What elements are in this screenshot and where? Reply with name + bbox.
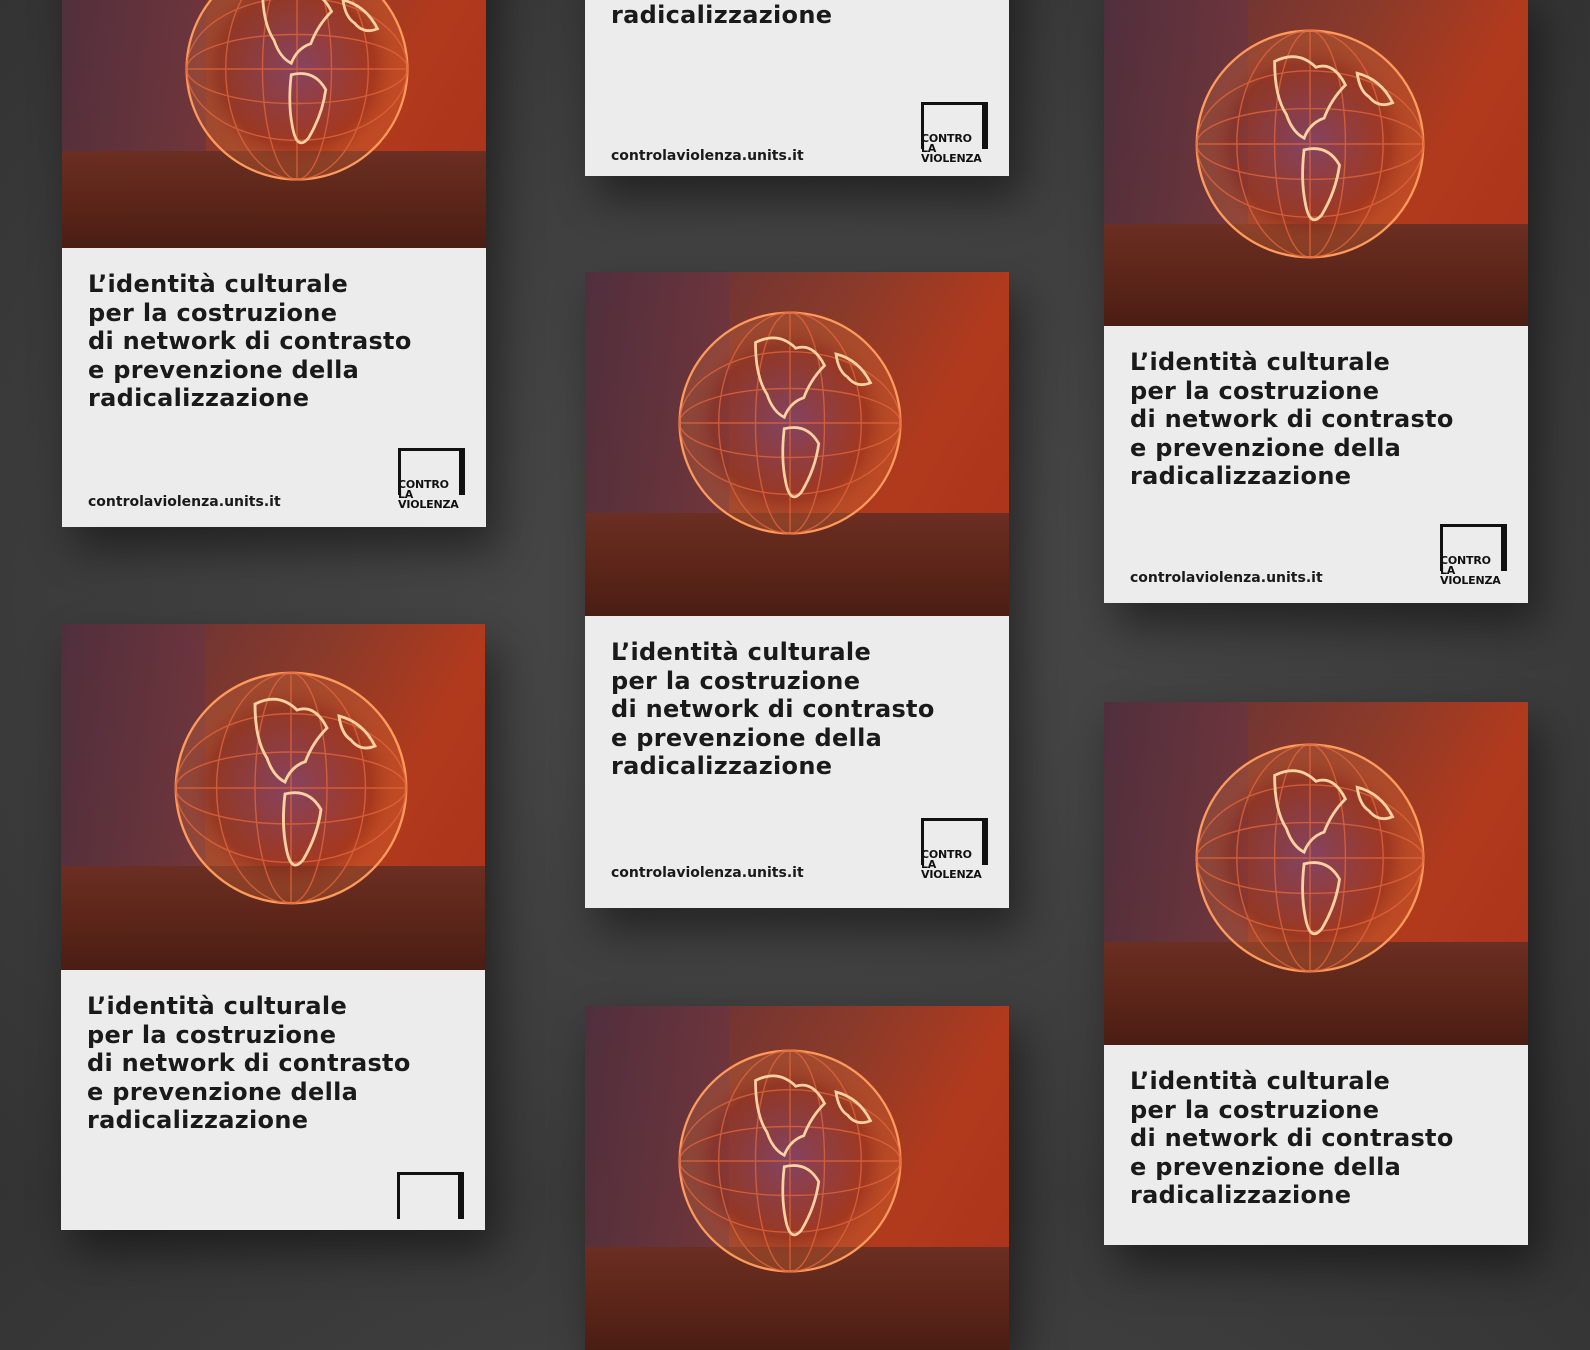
poster-photo: [1104, 0, 1528, 326]
poster-photo: [61, 624, 485, 970]
poster-url: controlaviolenza.units.it: [611, 865, 804, 881]
poster-photo: [585, 272, 1009, 616]
poster-card: L’identità culturale per la costruzione …: [62, 0, 486, 527]
poster-title: L’identità culturale per la costruzione …: [88, 270, 412, 412]
globe-artwork-icon: [1195, 743, 1425, 973]
poster-card: L’identità culturale per la costruzione …: [1104, 0, 1528, 603]
poster-card: L’identità culturale per la costruzione …: [1104, 702, 1528, 1245]
poster-card: L’identità culturale per la costruzione …: [585, 0, 1009, 176]
logo-icon: CONTRO LA VIOLENZA: [1440, 524, 1507, 588]
logo-icon: CONTRO LA VIOLENZA: [921, 102, 988, 166]
poster-card: [585, 1006, 1009, 1350]
poster-title: L’identità culturale per la costruzione …: [1130, 348, 1454, 490]
globe-artwork-icon: [174, 671, 408, 905]
poster-title: L’identità culturale per la costruzione …: [1130, 1067, 1454, 1209]
poster-title: L’identità culturale per la costruzione …: [87, 992, 411, 1134]
poster-url: controlaviolenza.units.it: [1130, 570, 1323, 586]
logo-icon: CONTRO LA VIOLENZA: [921, 818, 988, 882]
globe-artwork-icon: [1195, 29, 1425, 259]
poster-photo: [62, 0, 486, 248]
globe-artwork-icon: [678, 311, 902, 535]
globe-artwork-icon: [678, 1049, 902, 1273]
poster-url: controlaviolenza.units.it: [611, 148, 804, 164]
poster-title: L’identità culturale per la costruzione …: [611, 0, 882, 29]
poster-title: L’identità culturale per la costruzione …: [611, 638, 935, 780]
poster-photo: [585, 1006, 1009, 1350]
logo-icon: CONTRO LA VIOLENZA: [398, 448, 465, 512]
poster-photo: [1104, 702, 1528, 1045]
globe-artwork-icon: [185, 0, 409, 181]
poster-card: L’identità culturale per la costruzione …: [585, 272, 1009, 908]
poster-card: L’identità culturale per la costruzione …: [61, 624, 485, 1230]
poster-url: controlaviolenza.units.it: [88, 494, 281, 510]
logo-icon: [397, 1172, 464, 1236]
